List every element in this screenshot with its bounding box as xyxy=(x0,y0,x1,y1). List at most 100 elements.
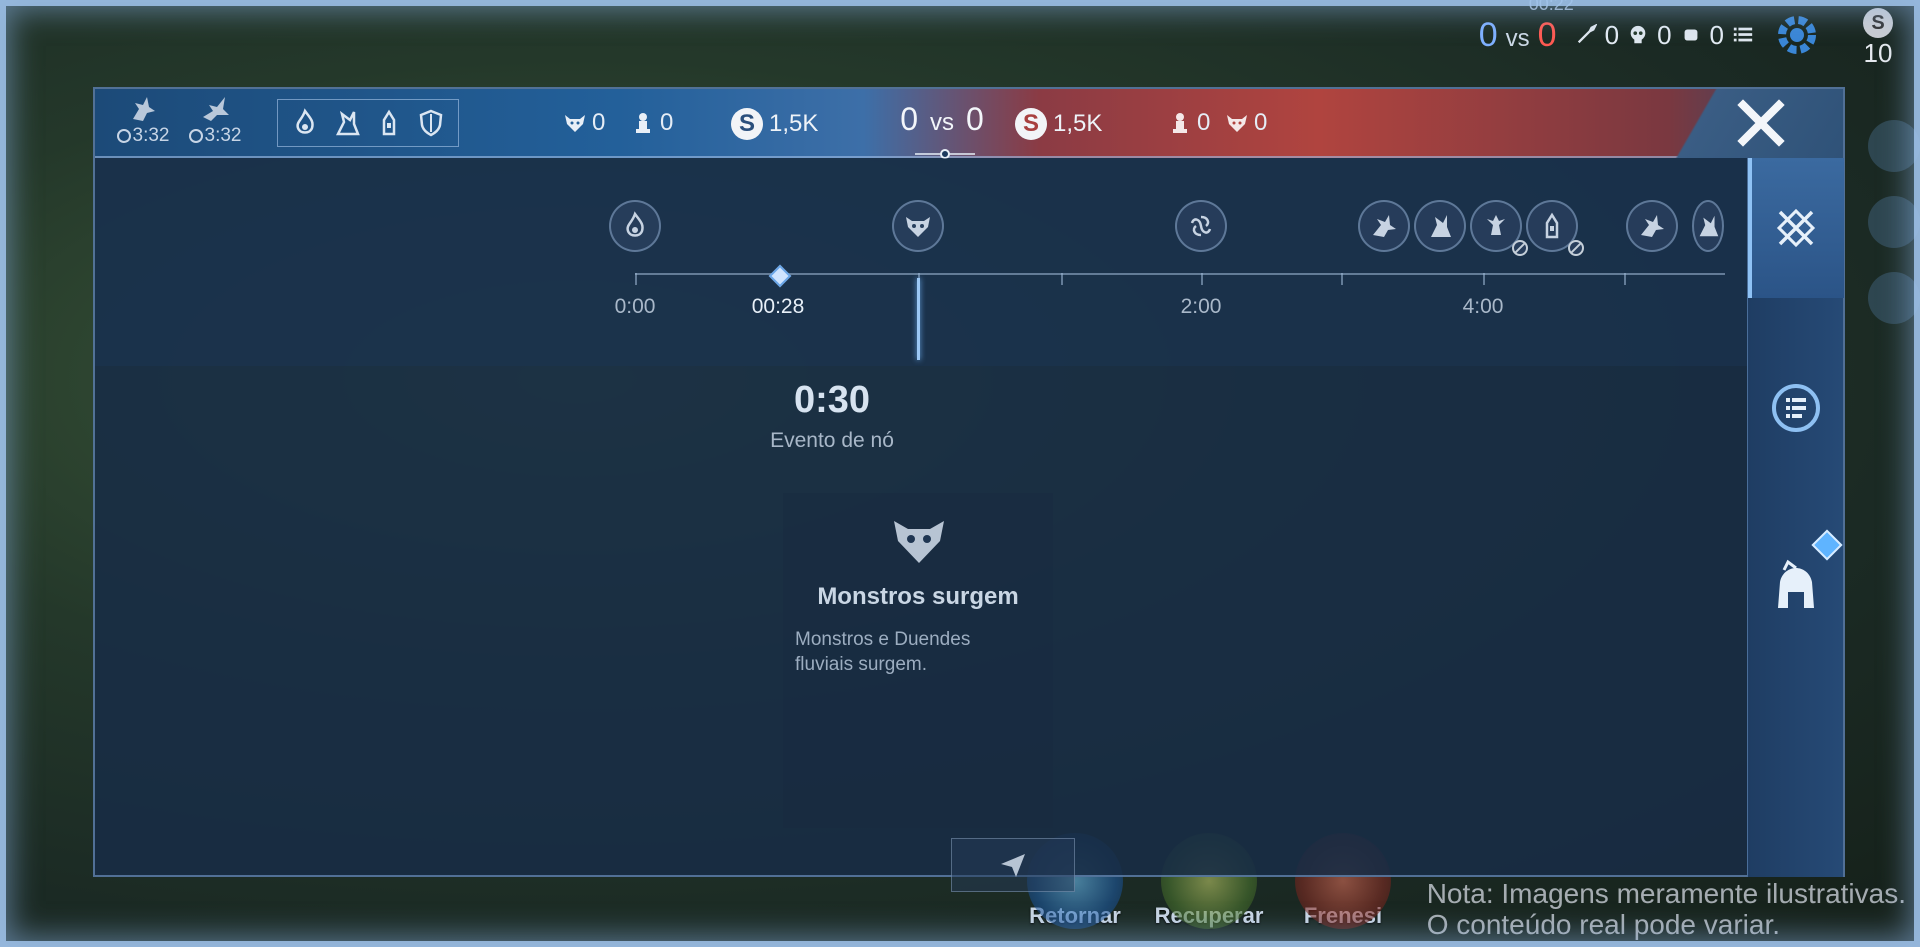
boss-timers: 3:32 3:32 xyxy=(113,93,245,147)
blue-kills-value: 0 xyxy=(592,109,606,136)
tower-icon xyxy=(382,109,396,136)
gem-icon xyxy=(1811,529,1843,561)
clock-icon xyxy=(188,129,203,143)
red-gold-stat: S 1,5K xyxy=(1015,108,1102,140)
tab-timeline[interactable] xyxy=(1748,158,1844,298)
event-time: 0:30 xyxy=(793,379,871,421)
fist-icon xyxy=(1684,29,1697,41)
timeline-track xyxy=(635,273,1725,275)
timeline-label: 0:00 xyxy=(614,295,656,318)
timeline-label: 2:00 xyxy=(1180,295,1222,318)
kills-count: 0 xyxy=(1604,19,1620,50)
gear-icon[interactable] xyxy=(1772,10,1822,60)
timeline-tick xyxy=(1483,273,1485,285)
demon-icon xyxy=(1227,115,1247,132)
ban-icon xyxy=(1512,240,1528,256)
side-skill-icons xyxy=(1860,120,1920,348)
tab-stats[interactable] xyxy=(1748,338,1844,478)
disclaimer-line-1: Nota: Imagens meramente ilustrativas. xyxy=(1426,878,1906,910)
gold-coin-icon: S xyxy=(731,108,763,140)
disclaimer-notice: Nota: Imagens meramente ilustrativas. O … xyxy=(1427,879,1906,941)
match-score: 0 vs 0 xyxy=(1479,16,1557,55)
clock-icon xyxy=(116,129,131,143)
ban-icon xyxy=(1568,240,1584,256)
vs-label: vs xyxy=(1505,24,1530,52)
timeline-current-marker xyxy=(768,264,792,288)
shield-icon xyxy=(419,109,443,137)
coin-count: 10 xyxy=(1863,38,1893,68)
match-summary-panel: 3:32 3:32 0 0 S 1,5K 0 vs 0 S 1,5K 0 0 0… xyxy=(93,87,1845,892)
team-score: 0 vs 0 xyxy=(872,101,1012,138)
dragon-wing-icon xyxy=(203,97,229,121)
red-towers-stat: 0 xyxy=(1167,109,1210,137)
crossed-swords-icon xyxy=(1776,208,1816,248)
flame-event-icon[interactable] xyxy=(609,200,661,252)
wing-icon xyxy=(335,110,360,136)
spiral-event-icon[interactable] xyxy=(1175,200,1227,252)
dragon-event-icon[interactable] xyxy=(1358,200,1410,252)
dragon-event-icon[interactable] xyxy=(1626,200,1678,252)
flame-icon xyxy=(296,108,314,134)
buff-icons xyxy=(277,99,459,147)
blue-gold-value: 1,5K xyxy=(769,110,819,137)
red-kills-value: 0 xyxy=(1254,109,1268,136)
timeline-tick xyxy=(635,273,637,285)
red-team-score: 0 xyxy=(966,101,984,137)
panel-tabs xyxy=(1747,158,1844,877)
gold-coin-icon: S xyxy=(1015,108,1047,140)
monster-icon xyxy=(894,521,944,563)
event-timeline[interactable]: 0:00 00:28 2:00 4:00 xyxy=(95,158,1749,366)
panel-header: 3:32 3:32 0 0 S 1,5K 0 vs 0 S 1,5K 0 0 xyxy=(95,89,1843,159)
blue-team-score: 0 xyxy=(900,101,918,137)
side-skill-1 xyxy=(1868,120,1920,172)
monster-event-icon[interactable] xyxy=(892,200,944,252)
timeline-tick xyxy=(1201,273,1203,285)
kda-stats: 0 0 0 xyxy=(1575,20,1754,51)
tower-icon xyxy=(636,113,650,133)
helmet-icon xyxy=(1778,559,1814,608)
coin-counter: S 10 xyxy=(1848,8,1908,69)
close-icon[interactable] xyxy=(1733,95,1789,151)
blue-gold-stat: S 1,5K xyxy=(731,108,818,140)
event-type: Evento de nó xyxy=(770,429,894,452)
tower-event-icon[interactable] xyxy=(1526,200,1584,256)
send-icon xyxy=(1001,854,1025,877)
list-icon[interactable] xyxy=(1732,24,1754,46)
timeline-tick xyxy=(1624,273,1626,285)
blue-score: 0 xyxy=(1478,15,1498,54)
side-skill-3 xyxy=(1868,272,1920,324)
score-vs-label: vs xyxy=(930,109,954,136)
boss-timer-dragon-2: 3:32 xyxy=(185,93,245,147)
red-score: 0 xyxy=(1537,15,1557,54)
timeline-tick xyxy=(1061,273,1063,285)
top-hud: 00:22 0 vs 0 0 0 0 S 10 xyxy=(1479,0,1893,70)
timeline-cursor[interactable] xyxy=(917,278,920,360)
red-towers-value: 0 xyxy=(1197,109,1211,136)
disclaimer-line-2: O conteúdo real pode variar. xyxy=(1426,909,1781,941)
event-description: Monstros e Duendes fluviais surgem. xyxy=(795,629,971,675)
skull-icon xyxy=(1630,25,1646,44)
list-circle-icon xyxy=(1772,384,1820,432)
coin-icon: S xyxy=(1863,8,1893,38)
wing-event-icon[interactable] xyxy=(1692,200,1724,252)
sword-icon xyxy=(1577,24,1597,44)
timeline-tick xyxy=(1341,273,1343,285)
deaths-count: 0 xyxy=(1657,19,1672,50)
event-title: Monstros surgem xyxy=(817,583,1019,610)
dragon-icon xyxy=(133,97,155,121)
red-kills-stat: 0 xyxy=(1224,109,1267,137)
blue-towers-value: 0 xyxy=(660,109,674,136)
boss-time: 3:32 xyxy=(204,125,242,146)
wing-event-icon[interactable] xyxy=(1414,200,1466,252)
timeline-label-active: 00:28 xyxy=(751,295,805,318)
boss-timer-dragon: 3:32 xyxy=(113,93,173,147)
blue-kills-stat: 0 xyxy=(562,109,605,137)
boss-time: 3:32 xyxy=(132,125,170,146)
match-timer: 00:22 xyxy=(1528,0,1574,14)
tower-destroyed-event-icon[interactable] xyxy=(1470,200,1528,256)
side-skill-2 xyxy=(1868,196,1920,248)
share-button[interactable] xyxy=(951,838,1075,892)
tab-heroes[interactable] xyxy=(1748,518,1844,658)
event-card: Monstros surgem Monstros e Duendes fluvi… xyxy=(783,493,1053,828)
demon-icon xyxy=(565,115,585,132)
